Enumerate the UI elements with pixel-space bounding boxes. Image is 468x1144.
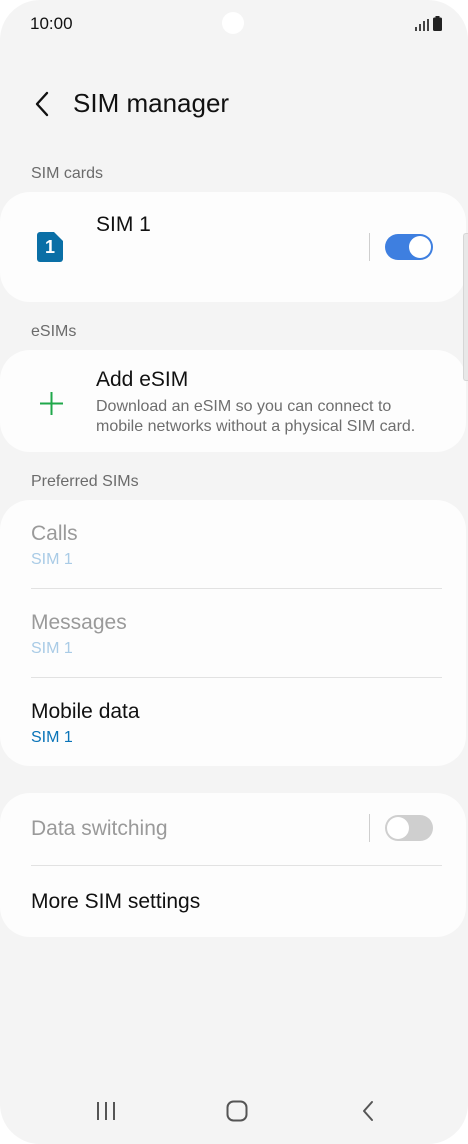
sim1-toggle[interactable] — [385, 234, 433, 260]
toggle-knob — [387, 817, 409, 839]
data-switching-toggle[interactable] — [385, 815, 433, 841]
plus-icon — [40, 392, 63, 415]
home-icon — [226, 1100, 248, 1122]
section-label-sim-cards: SIM cards — [31, 165, 104, 182]
add-esim-description-1: Download an eSIM so you can connect to — [96, 398, 392, 415]
more-sim-settings-row[interactable]: More SIM settings — [0, 866, 466, 937]
preferred-sims-card: Calls SIM 1 Messages SIM 1 Mobile data S… — [0, 500, 466, 766]
phone-screen: 10:00 SIM manager SIM cards 1 SIM 1 eSIM… — [0, 0, 468, 1144]
sim-settings-card: Data switching More SIM settings — [0, 793, 466, 937]
toggle-knob — [409, 236, 431, 258]
more-sim-settings-title: More SIM settings — [31, 890, 201, 913]
home-button[interactable] — [217, 1096, 257, 1126]
battery-icon — [433, 16, 442, 31]
mobile-data-row[interactable]: Mobile data SIM 1 — [0, 678, 466, 766]
sim-card-icon: 1 — [37, 232, 63, 267]
status-time: 10:00 — [30, 14, 73, 33]
data-switching-row[interactable]: Data switching — [0, 793, 466, 865]
sim1-label[interactable]: SIM 1 — [96, 213, 151, 237]
add-esim-title: Add eSIM — [96, 368, 189, 391]
nav-back-icon — [363, 1101, 373, 1121]
sim-cards-card: 1 SIM 1 — [0, 192, 466, 302]
section-label-preferred: Preferred SIMs — [31, 473, 139, 490]
add-esim-description-2: mobile networks without a physical SIM c… — [96, 418, 416, 435]
toggle-divider — [369, 233, 370, 261]
section-label-esims: eSIMs — [31, 323, 77, 340]
messages-title: Messages — [31, 611, 127, 634]
calls-row[interactable]: Calls SIM 1 — [0, 500, 466, 589]
mobile-data-value: SIM 1 — [31, 729, 73, 746]
add-esim-row[interactable]: Add eSIM Download an eSIM so you can con… — [0, 350, 466, 452]
page-title: SIM manager — [73, 88, 230, 118]
calls-value: SIM 1 — [31, 551, 73, 568]
back-button[interactable] — [26, 86, 58, 122]
recent-apps-button[interactable] — [86, 1096, 126, 1126]
status-icons — [415, 16, 442, 31]
mobile-data-title: Mobile data — [31, 700, 140, 723]
chevron-left-icon — [35, 91, 49, 117]
data-switching-title: Data switching — [31, 817, 168, 840]
scrollbar-handle[interactable] — [463, 233, 468, 381]
toggle-divider — [369, 814, 370, 842]
sim-badge-number: 1 — [44, 237, 55, 257]
calls-title: Calls — [31, 522, 78, 545]
front-camera — [222, 12, 244, 34]
nav-back-button[interactable] — [348, 1096, 388, 1126]
signal-icon — [415, 19, 429, 31]
messages-value: SIM 1 — [31, 640, 73, 657]
messages-row[interactable]: Messages SIM 1 — [0, 589, 466, 678]
recent-apps-icon — [97, 1102, 115, 1120]
